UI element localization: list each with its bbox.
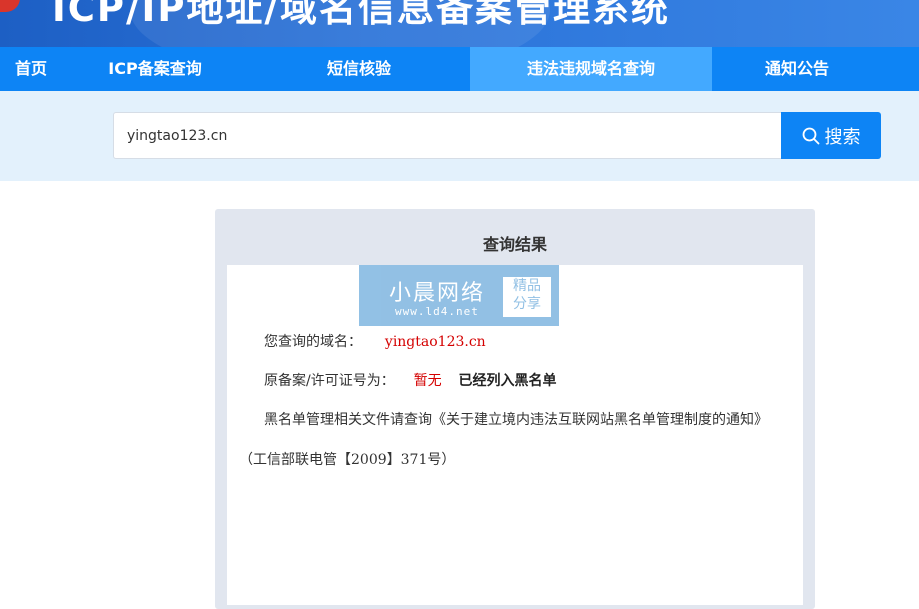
search-button-label: 搜索 bbox=[824, 126, 861, 148]
watermark-url: www.ld4.net bbox=[395, 305, 479, 318]
result-card: 小晨网络 www.ld4.net 精品 分享 您查询的域名： yingtao12… bbox=[227, 265, 803, 605]
nav-item-sms-verify[interactable]: 短信核验 bbox=[248, 47, 470, 91]
nav-item-illegal-domain-query[interactable]: 违法违规域名查询 bbox=[470, 47, 712, 91]
main-nav: 首页 ICP备案查询 短信核验 违法违规域名查询 通知公告 bbox=[0, 47, 919, 91]
emblem-logo bbox=[0, 0, 20, 12]
domain-label: 您查询的域名： bbox=[264, 334, 362, 350]
license-label: 原备案/许可证号为： bbox=[264, 373, 395, 389]
watermark-text: 小晨网络 bbox=[389, 281, 486, 306]
blacklist-status: 已经列入黑名单 bbox=[458, 373, 557, 389]
result-panel: 查询结果 小晨网络 www.ld4.net 精品 分享 您查询的域名： ying… bbox=[215, 209, 815, 609]
search-icon bbox=[802, 127, 820, 145]
notice-reference: （工信部联电管【2009】371号） bbox=[239, 452, 456, 468]
search-button[interactable]: 搜索 bbox=[781, 112, 881, 159]
header-banner: ICP/IP地址/域名信息备案管理系统 bbox=[0, 0, 919, 47]
license-row: 原备案/许可证号为： 暂无 已经列入黑名单 bbox=[264, 370, 557, 390]
watermark-logo: 小晨网络 www.ld4.net 精品 分享 bbox=[359, 265, 559, 326]
watermark-badge-line2: 分享 bbox=[513, 296, 541, 312]
license-value: 暂无 bbox=[413, 373, 442, 389]
result-title: 查询结果 bbox=[482, 235, 547, 254]
watermark-badge: 精品 分享 bbox=[503, 277, 551, 317]
search-input[interactable] bbox=[113, 112, 781, 159]
domain-row: 您查询的域名： yingtao123.cn bbox=[264, 331, 486, 351]
domain-value: yingtao123.cn bbox=[384, 334, 486, 350]
nav-item-announcements[interactable]: 通知公告 bbox=[712, 47, 882, 91]
search-band: 搜索 bbox=[0, 91, 919, 181]
watermark-badge-line1: 精品 bbox=[513, 278, 541, 294]
notice-text: 黑名单管理相关文件请查询《关于建立境内违法互联网站黑名单管理制度的通知》 bbox=[264, 412, 768, 428]
site-title: ICP/IP地址/域名信息备案管理系统 bbox=[52, 0, 670, 30]
nav-item-icp-query[interactable]: ICP备案查询 bbox=[62, 47, 248, 91]
nav-item-home[interactable]: 首页 bbox=[0, 47, 62, 91]
